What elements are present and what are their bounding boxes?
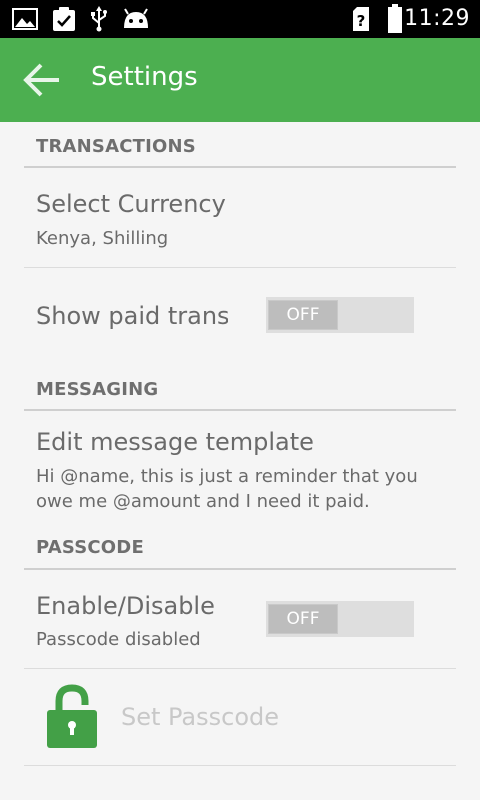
gallery-icon (12, 8, 38, 30)
section-header-messaging: MESSAGING (36, 379, 159, 400)
lock-icon (47, 684, 97, 748)
template-summary-line-2: owe me @amount and I need it paid. (36, 491, 370, 512)
show-paid-title: Show paid transactions (36, 302, 228, 330)
show-paid-switch[interactable]: OFF (266, 297, 414, 333)
status-time: 11:29 (404, 6, 470, 31)
page-title: Settings (91, 62, 198, 92)
enable-passcode-summary: Passcode disabled (36, 629, 201, 650)
set-passcode-item[interactable]: Set Passcode (0, 669, 480, 765)
enable-passcode-switch[interactable]: OFF (266, 601, 414, 637)
section-header-passcode: PASSCODE (36, 537, 144, 558)
select-currency-title: Select Currency (36, 190, 226, 218)
select-currency-value: Kenya, Shilling (36, 228, 169, 249)
switch-thumb: OFF (268, 300, 338, 330)
select-currency-item[interactable]: Select Currency Kenya, Shilling (0, 168, 480, 268)
battery-icon (388, 4, 402, 33)
android-icon (124, 8, 148, 28)
switch-state-label: OFF (286, 305, 320, 325)
edit-template-title: Edit message template (36, 428, 314, 456)
app-bar: Settings (0, 38, 480, 122)
set-passcode-title: Set Passcode (121, 703, 280, 731)
status-bar: ? 11:29 (0, 0, 480, 38)
arrow-back-icon[interactable] (22, 62, 62, 98)
item-divider (24, 765, 456, 766)
svg-text:?: ? (357, 12, 366, 30)
template-summary-line-1: Hi @name, this is just a reminder that y… (36, 466, 418, 487)
edit-template-item[interactable]: Edit message template Hi @name, this is … (0, 411, 480, 523)
switch-state-label: OFF (286, 609, 320, 629)
section-header-transactions: TRANSACTIONS (36, 136, 196, 157)
usb-icon (91, 6, 107, 32)
switch-thumb: OFF (268, 604, 338, 634)
enable-passcode-title: Enable/Disable (36, 592, 215, 620)
no-sim-icon: ? (353, 7, 369, 31)
clipboard-check-icon (53, 7, 75, 31)
